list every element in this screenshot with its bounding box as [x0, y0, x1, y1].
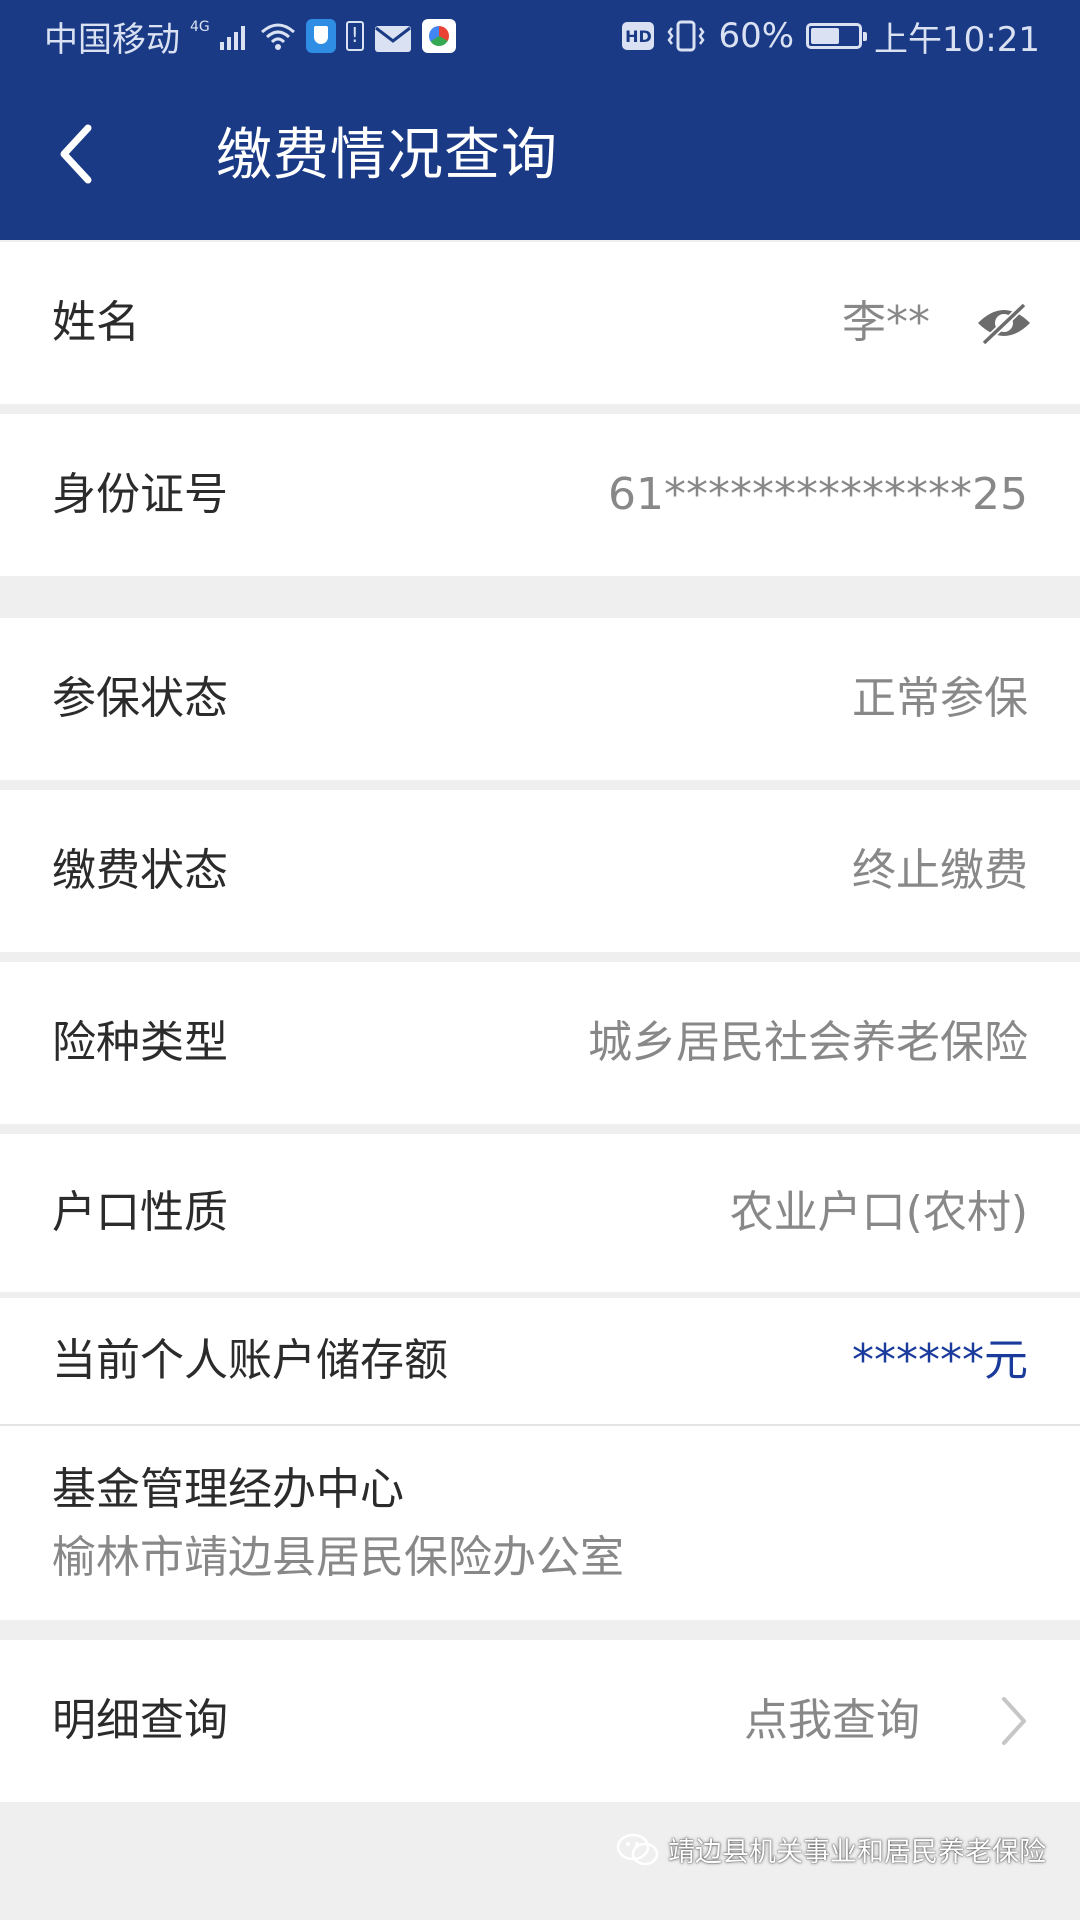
- id-number-row: 身份证号 61**************25: [0, 414, 1080, 576]
- name-label: 姓名: [52, 297, 140, 348]
- account-balance-row: 当前个人账户储存额 ******元: [0, 1298, 1080, 1424]
- watermark: 靖边县机关事业和居民养老保险: [616, 1830, 1046, 1869]
- insurance-status-label: 参保状态: [52, 673, 228, 724]
- household-type-row: 户口性质 农业户口(农村): [0, 1134, 1080, 1292]
- eye-off-icon[interactable]: [974, 299, 1034, 347]
- insurance-type-value: 城乡居民社会养老保险: [588, 1017, 1028, 1068]
- household-type-value: 农业户口(农村): [729, 1187, 1028, 1238]
- app-icon: [421, 19, 456, 53]
- shield-icon: [305, 19, 336, 53]
- battery-icon: [806, 23, 868, 49]
- back-button[interactable]: [50, 114, 130, 198]
- payment-status-value: 终止缴费: [852, 845, 1028, 896]
- status-left: 中国移动 4G: [44, 14, 456, 60]
- back-arrow-icon: [60, 124, 92, 184]
- battery-level-fill: [811, 28, 839, 44]
- name-value: 李**: [842, 297, 930, 348]
- account-balance-label: 当前个人账户储存额: [52, 1335, 448, 1386]
- fund-center-label: 基金管理经办中心: [52, 1464, 404, 1515]
- wifi-icon: [260, 21, 296, 51]
- id-number-label: 身份证号: [52, 469, 228, 520]
- payment-status-row: 缴费状态 终止缴费: [0, 790, 1080, 952]
- watermark-text: 靖边县机关事业和居民养老保险: [668, 1837, 1046, 1868]
- insurance-status-value: 正常参保: [852, 673, 1028, 724]
- fund-center-row: 基金管理经办中心 榆林市靖边县居民保险办公室: [0, 1426, 1080, 1620]
- household-type-label: 户口性质: [52, 1187, 228, 1238]
- detail-query-row[interactable]: 明细查询 点我查询: [0, 1640, 1080, 1802]
- fund-center-value: 榆林市靖边县居民保险办公室: [52, 1532, 624, 1583]
- detail-query-label: 明细查询: [52, 1695, 228, 1746]
- payment-status-label: 缴费状态: [52, 845, 228, 896]
- signal-icon: [219, 22, 250, 50]
- insurance-type-label: 险种类型: [52, 1017, 228, 1068]
- network-type-label: 4G: [190, 19, 210, 35]
- hd-badge: HD: [622, 22, 655, 50]
- chevron-right-icon[interactable]: [996, 1693, 1032, 1749]
- battery-percent: 60%: [718, 16, 795, 56]
- wechat-icon: [616, 1832, 660, 1868]
- mail-icon: [374, 22, 412, 52]
- battery-alert-icon: [345, 21, 364, 51]
- detail-query-action[interactable]: 点我查询: [744, 1693, 920, 1749]
- account-balance-value: ******元: [852, 1335, 1028, 1386]
- clock-time: 上午10:21: [874, 19, 1040, 60]
- title-bar: 缴费情况查询: [0, 72, 1080, 240]
- status-bar: 中国移动 4G ! HD 60% 上午10:21: [0, 0, 1080, 72]
- status-right: HD 60% 上午10:21: [622, 14, 1040, 60]
- name-row: 姓名 李**: [0, 242, 1080, 404]
- screen: 中国移动 4G ! HD 60% 上午10:21 缴费情况查询 姓名 李** 身…: [0, 0, 1080, 1920]
- insurance-status-row: 参保状态 正常参保: [0, 618, 1080, 780]
- insurance-type-row: 险种类型 城乡居民社会养老保险: [0, 962, 1080, 1124]
- id-number-value: 61**************25: [608, 469, 1028, 520]
- carrier-name: 中国移动: [44, 19, 180, 60]
- vibrate-icon: [666, 20, 706, 52]
- page-title: 缴费情况查询: [216, 123, 558, 188]
